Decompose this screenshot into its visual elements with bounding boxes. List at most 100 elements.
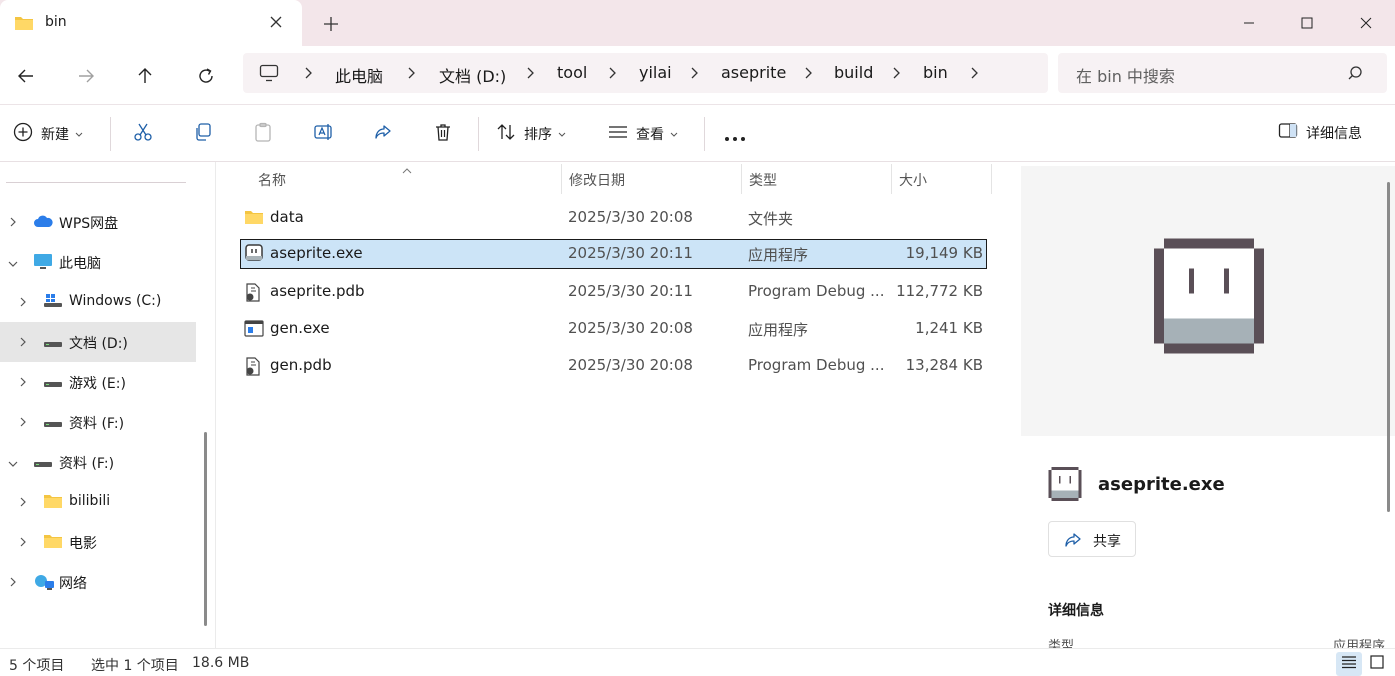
command-bar: 新建 排序 查看 详细信息 xyxy=(0,104,1395,162)
file-row[interactable]: gen.pdb 2025/3/30 20:08 Program Debug ..… xyxy=(240,351,987,381)
minimize-button[interactable] xyxy=(1220,0,1278,46)
chevron-right-icon[interactable] xyxy=(19,296,27,312)
breadcrumb-build[interactable]: build xyxy=(834,63,873,82)
chevron-down-icon[interactable] xyxy=(7,256,19,272)
chevron-right-icon[interactable] xyxy=(525,66,535,84)
status-selection: 选中 1 个项目 xyxy=(91,658,179,674)
file-row-selected[interactable]: aseprite.exe 2025/3/30 20:11 应用程序 19,149… xyxy=(240,239,987,269)
column-divider[interactable] xyxy=(891,164,892,194)
address-bar[interactable]: 此电脑 文档 (D:) tool yilai aseprite build bi… xyxy=(243,53,1048,93)
up-button[interactable] xyxy=(129,60,161,92)
sidebar-item-this-pc[interactable]: 此电脑 xyxy=(0,242,196,282)
chevron-down-icon[interactable] xyxy=(7,456,19,472)
chevron-right-icon[interactable] xyxy=(9,216,17,232)
maximize-button[interactable] xyxy=(1278,0,1336,46)
share-icon xyxy=(1063,531,1083,553)
chevron-right-icon[interactable] xyxy=(19,336,27,352)
chevron-right-icon[interactable] xyxy=(19,416,27,432)
sidebar-item-bilibili[interactable]: bilibili xyxy=(0,482,196,522)
share-icon xyxy=(373,122,393,146)
breadcrumb-this-pc[interactable]: 此电脑 xyxy=(335,63,383,87)
sidebar-item-label: 游戏 (E:) xyxy=(69,376,126,392)
details-heading: 详细信息 xyxy=(1048,603,1104,619)
sidebar-item-drive-c[interactable]: Windows (C:) xyxy=(0,282,196,322)
chevron-right-icon[interactable] xyxy=(891,66,901,84)
search-box[interactable]: 在 bin 中搜索 xyxy=(1058,53,1387,93)
new-tab-icon[interactable] xyxy=(320,13,342,35)
column-header-name[interactable]: 名称 xyxy=(258,170,286,190)
column-divider[interactable] xyxy=(561,164,562,194)
column-header-type[interactable]: 类型 xyxy=(749,170,777,190)
file-row[interactable]: aseprite.pdb 2025/3/30 20:11 Program Deb… xyxy=(240,277,987,307)
paste-button[interactable] xyxy=(253,122,273,146)
breadcrumb-yilai[interactable]: yilai xyxy=(639,63,672,82)
sidebar-item-label: 网络 xyxy=(59,576,87,592)
chevron-right-icon[interactable] xyxy=(689,66,699,84)
rename-button[interactable] xyxy=(313,122,333,146)
sidebar-item-wps-cloud[interactable]: WPS网盘 xyxy=(0,202,196,242)
refresh-button[interactable] xyxy=(190,60,222,92)
new-button[interactable]: 新建 xyxy=(13,122,83,146)
file-date: 2025/3/30 20:08 xyxy=(568,356,693,374)
chevron-right-icon[interactable] xyxy=(803,66,813,84)
title-bar: bin xyxy=(0,0,1395,46)
chevron-right-icon[interactable] xyxy=(19,376,27,392)
more-options-button[interactable] xyxy=(724,130,746,146)
share-button[interactable] xyxy=(373,122,393,146)
sidebar-item-label: bilibili xyxy=(69,493,111,509)
chevron-right-icon[interactable] xyxy=(969,66,979,84)
breadcrumb-tool[interactable]: tool xyxy=(557,63,587,82)
details-scrollbar[interactable] xyxy=(1387,182,1390,512)
chevron-right-icon[interactable] xyxy=(19,536,27,552)
sidebar-item-movies[interactable]: 电影 xyxy=(0,522,196,562)
status-size: 18.6 MB xyxy=(192,655,250,671)
breadcrumb-documents-d[interactable]: 文档 (D:) xyxy=(439,63,506,87)
view-button[interactable]: 查看 xyxy=(608,122,678,146)
file-size: 112,772 KB xyxy=(896,282,983,300)
chevron-right-icon[interactable] xyxy=(406,66,416,84)
column-header-date[interactable]: 修改日期 xyxy=(569,170,625,190)
sort-button[interactable]: 排序 xyxy=(496,122,566,146)
search-input[interactable]: 在 bin 中搜索 xyxy=(1076,63,1175,87)
sidebar-item-drive-f-root[interactable]: 资料 (F:) xyxy=(0,442,196,482)
file-row[interactable]: gen.exe 2025/3/30 20:08 应用程序 1,241 KB xyxy=(240,314,987,344)
pdb-file-icon xyxy=(244,357,262,381)
sidebar-gutter xyxy=(198,162,216,648)
chevron-right-icon[interactable] xyxy=(9,576,17,592)
monitor-icon xyxy=(33,253,53,275)
copy-button[interactable] xyxy=(193,122,213,146)
file-type: 文件夹 xyxy=(748,210,794,228)
column-divider[interactable] xyxy=(991,164,992,194)
chevron-right-icon[interactable] xyxy=(19,496,27,512)
file-name: gen.exe xyxy=(270,319,330,337)
scissors-icon xyxy=(133,122,153,146)
chevron-right-icon[interactable] xyxy=(303,66,313,84)
tiles-view-button[interactable] xyxy=(1364,652,1390,676)
search-icon[interactable] xyxy=(1347,65,1363,85)
details-view-button[interactable] xyxy=(1336,652,1362,676)
sidebar-item-drive-d[interactable]: 文档 (D:) xyxy=(0,322,196,362)
details-label: 详细信息 xyxy=(1306,126,1362,142)
sidebar-scrollbar[interactable] xyxy=(204,432,207,626)
column-divider[interactable] xyxy=(741,164,742,194)
clipboard-icon xyxy=(253,122,273,146)
delete-button[interactable] xyxy=(433,122,453,146)
sidebar-item-drive-f[interactable]: 资料 (F:) xyxy=(0,402,196,442)
column-header-size[interactable]: 大小 xyxy=(899,170,927,190)
breadcrumb-aseprite[interactable]: aseprite xyxy=(721,63,786,82)
breadcrumb-bin[interactable]: bin xyxy=(923,63,948,82)
chevron-right-icon[interactable] xyxy=(607,66,617,84)
file-row[interactable]: data 2025/3/30 20:08 文件夹 xyxy=(240,203,987,233)
cut-button[interactable] xyxy=(133,122,153,146)
status-bar: 5 个项目 选中 1 个项目 18.6 MB xyxy=(0,648,1395,676)
sidebar-item-network[interactable]: 网络 xyxy=(0,562,196,602)
forward-button[interactable] xyxy=(70,60,102,92)
tab-bin[interactable]: bin xyxy=(0,0,302,46)
details-pane-button[interactable]: 详细信息 xyxy=(1278,122,1362,144)
close-tab-icon[interactable] xyxy=(266,12,286,32)
sidebar-item-drive-e[interactable]: 游戏 (E:) xyxy=(0,362,196,402)
share-label: 共享 xyxy=(1093,534,1121,550)
close-window-button[interactable] xyxy=(1337,0,1395,46)
details-share-button[interactable]: 共享 xyxy=(1048,521,1136,557)
back-button[interactable] xyxy=(10,60,42,92)
